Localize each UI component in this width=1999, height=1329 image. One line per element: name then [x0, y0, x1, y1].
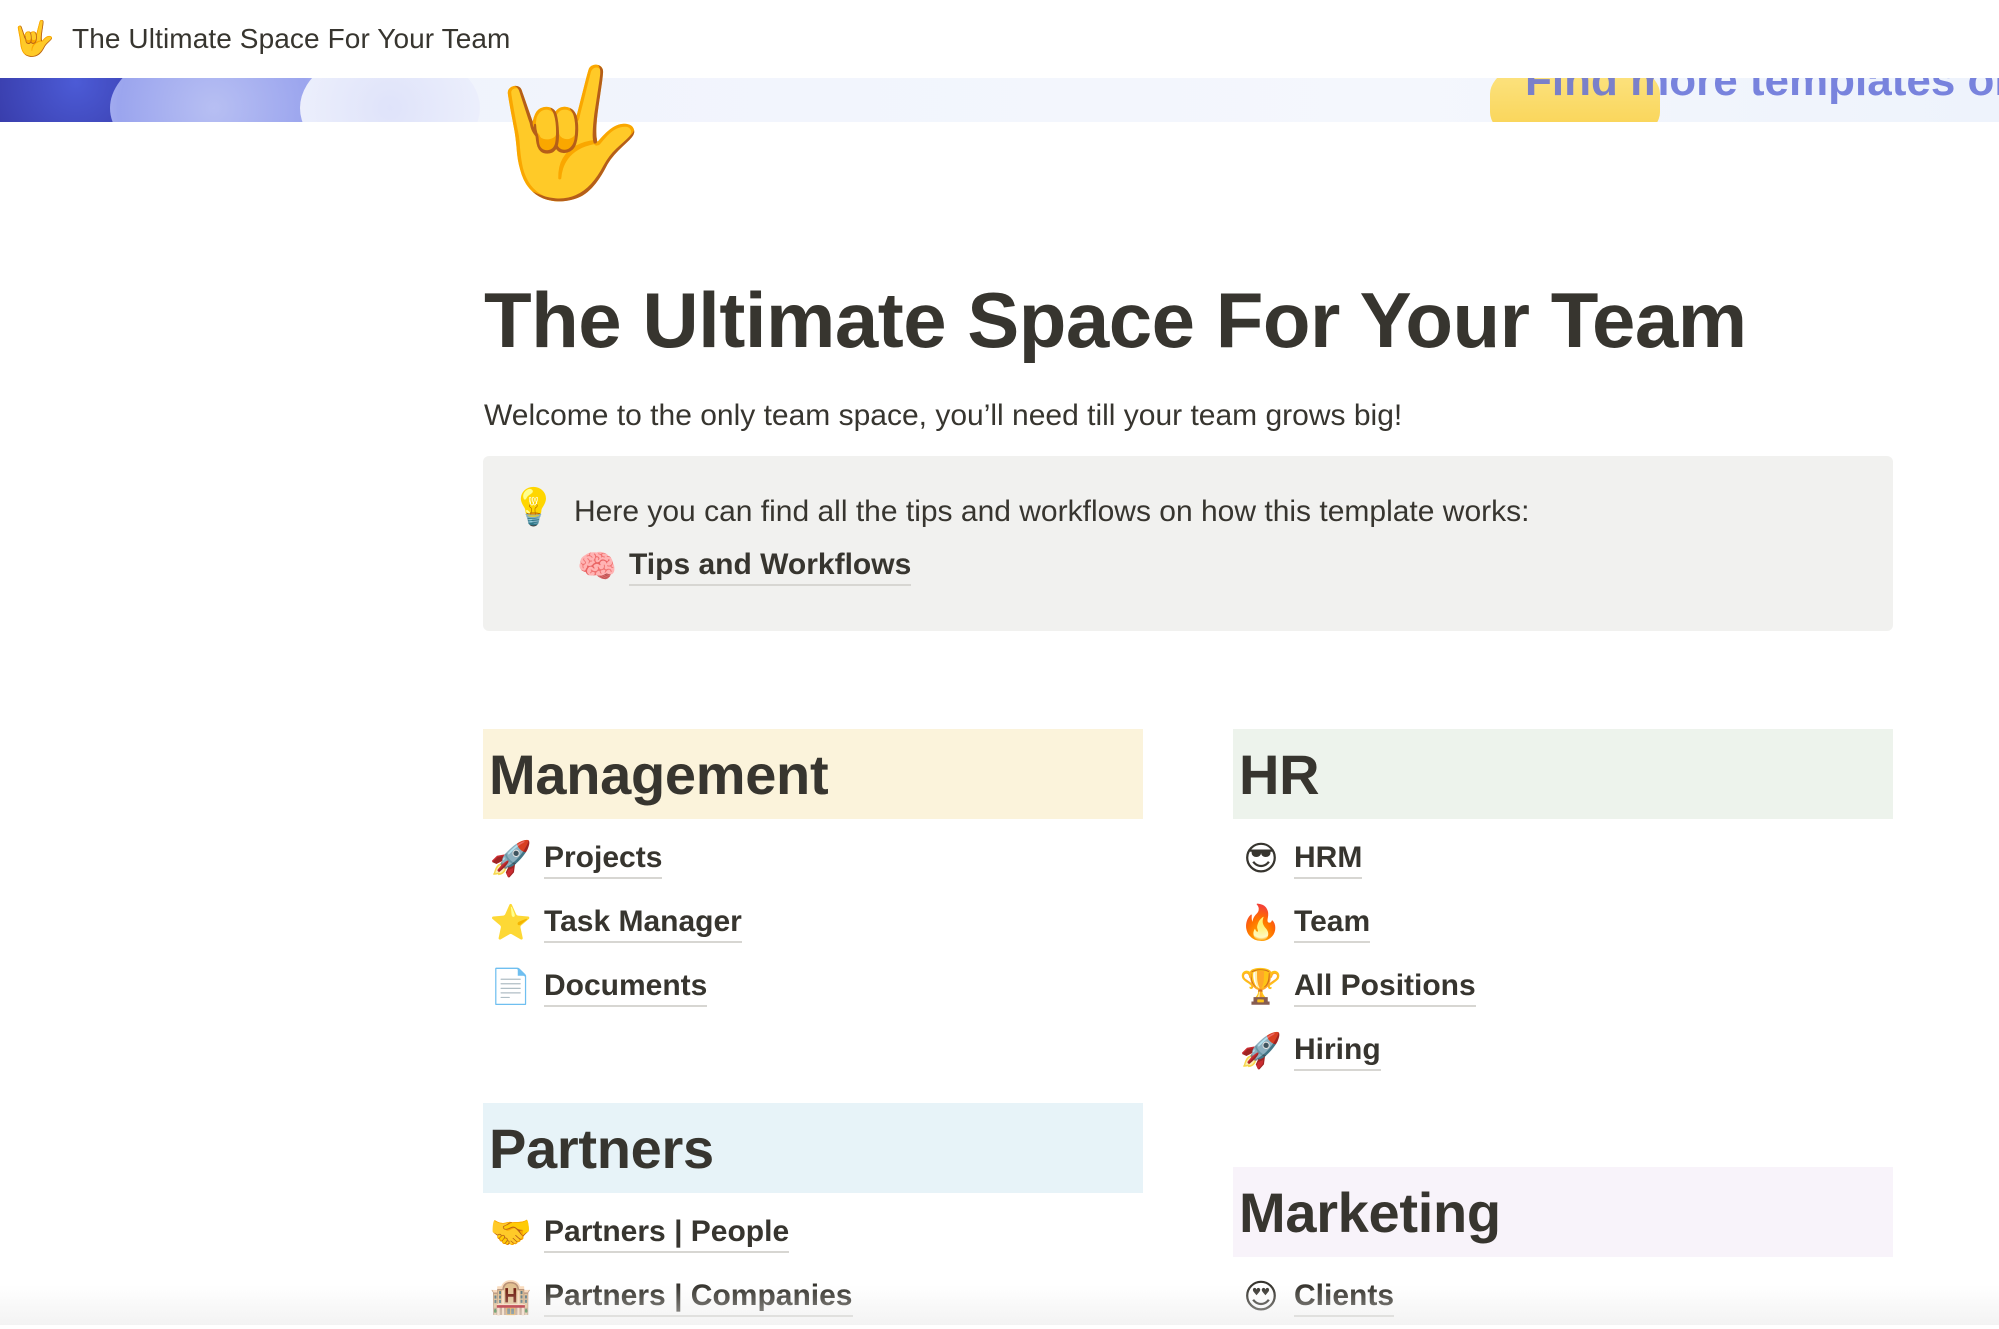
page-link-partners-people[interactable]: 🤝 Partners | People	[483, 1201, 1143, 1265]
handshake-icon: 🤝	[488, 1213, 534, 1253]
page-content: The Ultimate Space For Your Team Welcome…	[484, 270, 1894, 436]
page-link-all-positions[interactable]: 🏆 All Positions	[1233, 955, 1893, 1019]
page-link-documents[interactable]: 📄 Documents	[483, 955, 1143, 1019]
heart-eyes-face-icon: 😍	[1238, 1277, 1284, 1317]
page-link-projects[interactable]: 🚀 Projects	[483, 827, 1143, 891]
love-you-gesture-icon: 🤟	[12, 17, 56, 61]
page-link-label[interactable]: Team	[1294, 903, 1370, 943]
rocket-icon: 🚀	[488, 839, 534, 879]
cover-shape-pale	[300, 78, 480, 122]
tips-and-workflows-link[interactable]: 🧠 Tips and Workflows	[575, 546, 911, 586]
page-icon[interactable]: 🤟	[488, 68, 638, 198]
brain-icon: 🧠	[575, 547, 619, 585]
light-bulb-icon: 💡	[511, 486, 551, 528]
page-link-label[interactable]: HRM	[1294, 839, 1362, 879]
tips-callout: 💡 Here you can find all the tips and wor…	[483, 456, 1893, 631]
page-link-task-manager[interactable]: ⭐ Task Manager	[483, 891, 1143, 955]
sunglasses-face-icon: 😎	[1238, 839, 1284, 879]
window-title-bar: 🤟 The Ultimate Space For Your Team	[0, 0, 1999, 78]
page-link-label[interactable]: Partners | People	[544, 1213, 789, 1253]
page-link-label[interactable]: Hiring	[1294, 1031, 1381, 1071]
page-link-label[interactable]: Partners | Companies	[544, 1277, 853, 1317]
page-link-partners-companies[interactable]: 🏨 Partners | Companies	[483, 1265, 1143, 1329]
left-column: Management 🚀 Projects ⭐ Task Manager 📄 D…	[483, 729, 1143, 1329]
page-link-team[interactable]: 🔥 Team	[1233, 891, 1893, 955]
page-link-label[interactable]: Clients	[1294, 1277, 1394, 1317]
window-title: The Ultimate Space For Your Team	[72, 23, 510, 55]
hotel-icon: 🏨	[488, 1277, 534, 1317]
star-icon: ⭐	[488, 903, 534, 943]
page-link-label[interactable]: All Positions	[1294, 967, 1476, 1007]
trophy-icon: 🏆	[1238, 967, 1284, 1007]
page-link-hrm[interactable]: 😎 HRM	[1233, 827, 1893, 891]
page-link-hiring[interactable]: 🚀 Hiring	[1233, 1019, 1893, 1083]
page-subtitle: Welcome to the only team space, you’ll n…	[484, 396, 1894, 436]
rocket-icon: 🚀	[1238, 1031, 1284, 1071]
page-link-label[interactable]: Projects	[544, 839, 662, 879]
right-column: HR 😎 HRM 🔥 Team 🏆 All Positions 🚀 Hiring…	[1233, 729, 1893, 1329]
partners-heading: Partners	[483, 1103, 1143, 1193]
callout-text: Here you can find all the tips and workf…	[574, 492, 1529, 532]
cover-promo-text: Find more templates on ww	[1525, 78, 1999, 106]
management-heading: Management	[483, 729, 1143, 819]
tips-and-workflows-label[interactable]: Tips and Workflows	[629, 546, 911, 586]
page-link-label[interactable]: Task Manager	[544, 903, 742, 943]
page-cover-image: Find more templates on ww	[0, 78, 1999, 122]
page-link-clients[interactable]: 😍 Clients	[1233, 1265, 1893, 1329]
document-icon: 📄	[488, 967, 534, 1007]
hr-heading: HR	[1233, 729, 1893, 819]
page-link-label[interactable]: Documents	[544, 967, 707, 1007]
marketing-heading: Marketing	[1233, 1167, 1893, 1257]
fire-icon: 🔥	[1238, 903, 1284, 943]
page-title[interactable]: The Ultimate Space For Your Team	[484, 270, 1894, 370]
